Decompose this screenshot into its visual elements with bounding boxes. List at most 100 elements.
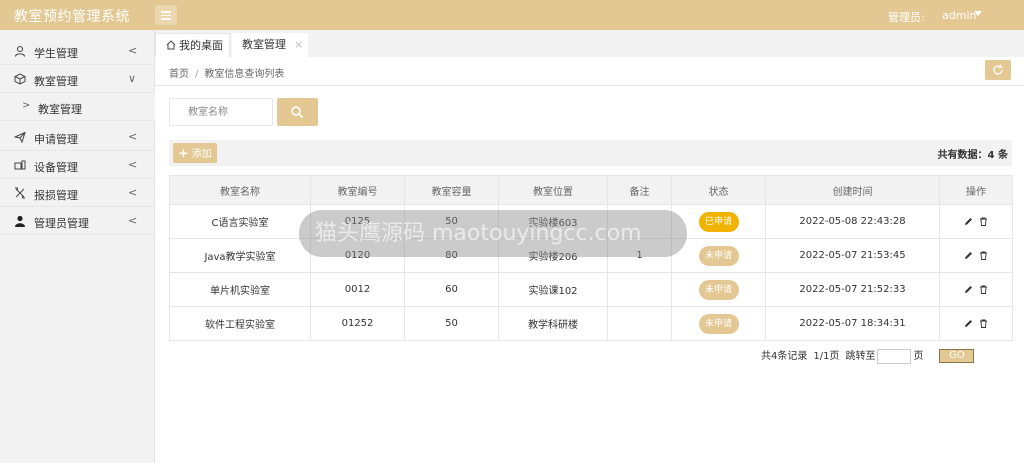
table-toolbar: + 添加 共有数据：4 条 xyxy=(169,140,1012,166)
trash-icon[interactable] xyxy=(979,285,988,294)
cell-remark xyxy=(607,272,672,307)
trash-icon[interactable] xyxy=(979,251,988,260)
cube-icon xyxy=(14,73,26,85)
status-badge: 未申请 xyxy=(698,245,739,266)
header-divider xyxy=(155,85,1024,86)
cell-actions xyxy=(939,306,1013,341)
col-header: 教室容量 xyxy=(404,175,499,205)
pager-unit: 页 xyxy=(913,351,924,362)
home-icon xyxy=(166,40,176,50)
sidebar: 学生管理 < 教室管理 ∨ > 教室管理 申请管理 < 设备管理 < 报损管理 … xyxy=(0,30,155,463)
person-icon xyxy=(15,215,25,227)
top-header: 教室预约管理系统 管理员: admin xyxy=(0,0,1024,30)
status-badge: 已申请 xyxy=(698,211,739,232)
trash-icon[interactable] xyxy=(979,217,988,226)
app-title: 教室预约管理系统 xyxy=(14,9,130,25)
col-header: 状态 xyxy=(671,175,766,205)
col-header: 操作 xyxy=(939,175,1013,205)
cell-status: 未申请 xyxy=(671,272,766,307)
close-icon[interactable]: × xyxy=(294,38,303,51)
table-row: 软件工程实验室 01252 50 教学科研楼 未申请 2022-05-07 18… xyxy=(169,306,1013,341)
add-button-label: 添加 xyxy=(191,149,212,160)
cell-location: 教学科研楼 xyxy=(498,306,608,341)
trash-icon[interactable] xyxy=(979,319,988,328)
col-header: 教室名称 xyxy=(169,175,311,205)
search-button[interactable] xyxy=(277,98,318,126)
chevron-down-icon: ∨ xyxy=(128,72,137,85)
col-header: 创建时间 xyxy=(765,175,940,205)
add-button[interactable]: + 添加 xyxy=(173,143,217,163)
cell-status: 未申请 xyxy=(671,238,766,273)
sidebar-item-admin[interactable]: 管理员管理 < xyxy=(0,207,155,235)
sidebar-item-devices[interactable]: 设备管理 < xyxy=(0,151,155,179)
page-jump-input[interactable] xyxy=(877,348,912,364)
pager-jump-label: 跳转至 xyxy=(845,351,876,362)
cell-code: 01252 xyxy=(310,306,405,341)
pager-pages: 1/1页 xyxy=(813,351,840,362)
refresh-icon xyxy=(993,64,1003,75)
main-content: 首页 / 教室信息查询列表 + 添加 共有数据：4 条 教室名称 教室编号 教室容量… xyxy=(155,57,1024,463)
cell-created: 2022-05-07 21:53:45 xyxy=(765,238,940,273)
sidebar-subitem-classroom[interactable]: > 教室管理 xyxy=(0,93,155,121)
total-count: 共有数据：4 条 xyxy=(937,150,1008,161)
col-header: 教室编号 xyxy=(310,175,405,205)
sidebar-item-label: 报损管理 xyxy=(34,189,78,202)
cell-code: 0012 xyxy=(310,272,405,307)
cell-created: 2022-05-07 21:52:33 xyxy=(765,272,940,307)
col-header: 备注 xyxy=(607,175,672,205)
sidebar-item-label: 管理员管理 xyxy=(34,217,89,230)
cell-name: C语言实验室 xyxy=(169,204,311,239)
admin-name[interactable]: admin xyxy=(942,9,976,22)
devices-icon xyxy=(14,160,26,170)
watermark: 猫头鹰源码 maotouyingcc.com xyxy=(299,210,687,257)
sidebar-item-label: 教室管理 xyxy=(38,103,82,116)
chevron-left-icon: < xyxy=(128,158,138,171)
cell-name: 软件工程实验室 xyxy=(169,306,311,341)
admin-label: 管理员: xyxy=(888,11,925,24)
status-badge: 未申请 xyxy=(698,279,739,300)
edit-icon[interactable] xyxy=(964,217,973,226)
menu-toggle-button[interactable] xyxy=(155,5,177,25)
search-input[interactable] xyxy=(169,98,273,126)
search-icon xyxy=(291,106,304,119)
tab-home[interactable]: 我的桌面 xyxy=(155,33,230,57)
sidebar-item-classroom[interactable]: 教室管理 ∨ xyxy=(0,65,155,93)
breadcrumb-home[interactable]: 首页 xyxy=(169,69,189,80)
sidebar-item-damage[interactable]: 报损管理 < xyxy=(0,179,155,207)
cell-status: 未申请 xyxy=(671,306,766,341)
sidebar-item-label: 设备管理 xyxy=(34,161,78,174)
caret-down-icon[interactable] xyxy=(974,11,982,16)
chevron-left-icon: < xyxy=(128,186,138,199)
pagination: 共4条记录 1/1页 跳转至 页 GO xyxy=(761,347,980,364)
sidebar-item-label: 学生管理 xyxy=(34,47,78,60)
cell-actions xyxy=(939,272,1013,307)
cell-location: 实验课102 xyxy=(498,272,608,307)
sidebar-item-application[interactable]: 申请管理 < xyxy=(0,123,155,151)
breadcrumb: 首页 / 教室信息查询列表 xyxy=(169,65,284,80)
tab-home-label: 我的桌面 xyxy=(179,39,223,52)
table-row: 单片机实验室 0012 60 实验课102 未申请 2022-05-07 21:… xyxy=(169,272,1013,307)
chevron-left-icon: < xyxy=(128,214,138,227)
refresh-button[interactable] xyxy=(985,60,1011,80)
cell-capacity: 50 xyxy=(404,306,499,341)
tools-icon xyxy=(15,187,25,199)
sidebar-item-student[interactable]: 学生管理 < xyxy=(0,37,155,65)
col-header: 教室位置 xyxy=(498,175,608,205)
cell-name: Java教学实验室 xyxy=(169,238,311,273)
plus-icon: + xyxy=(178,146,189,160)
status-badge: 未申请 xyxy=(698,313,739,334)
breadcrumb-current: 教室信息查询列表 xyxy=(204,69,285,80)
tab-classroom[interactable]: 教室管理 × xyxy=(232,33,308,57)
cell-actions xyxy=(939,238,1013,273)
chevron-left-icon: < xyxy=(128,44,138,57)
edit-icon[interactable] xyxy=(964,319,973,328)
cell-created: 2022-05-08 22:43:28 xyxy=(765,204,940,239)
breadcrumb-separator: / xyxy=(195,69,199,80)
cell-capacity: 60 xyxy=(404,272,499,307)
tab-classroom-label: 教室管理 xyxy=(242,38,286,51)
chevron-left-icon: < xyxy=(128,130,138,143)
go-button[interactable]: GO xyxy=(939,349,975,363)
edit-icon[interactable] xyxy=(964,285,973,294)
edit-icon[interactable] xyxy=(964,251,973,260)
classroom-table: 教室名称 教室编号 教室容量 教室位置 备注 状态 创建时间 操作 C语言实验室… xyxy=(169,175,1013,341)
